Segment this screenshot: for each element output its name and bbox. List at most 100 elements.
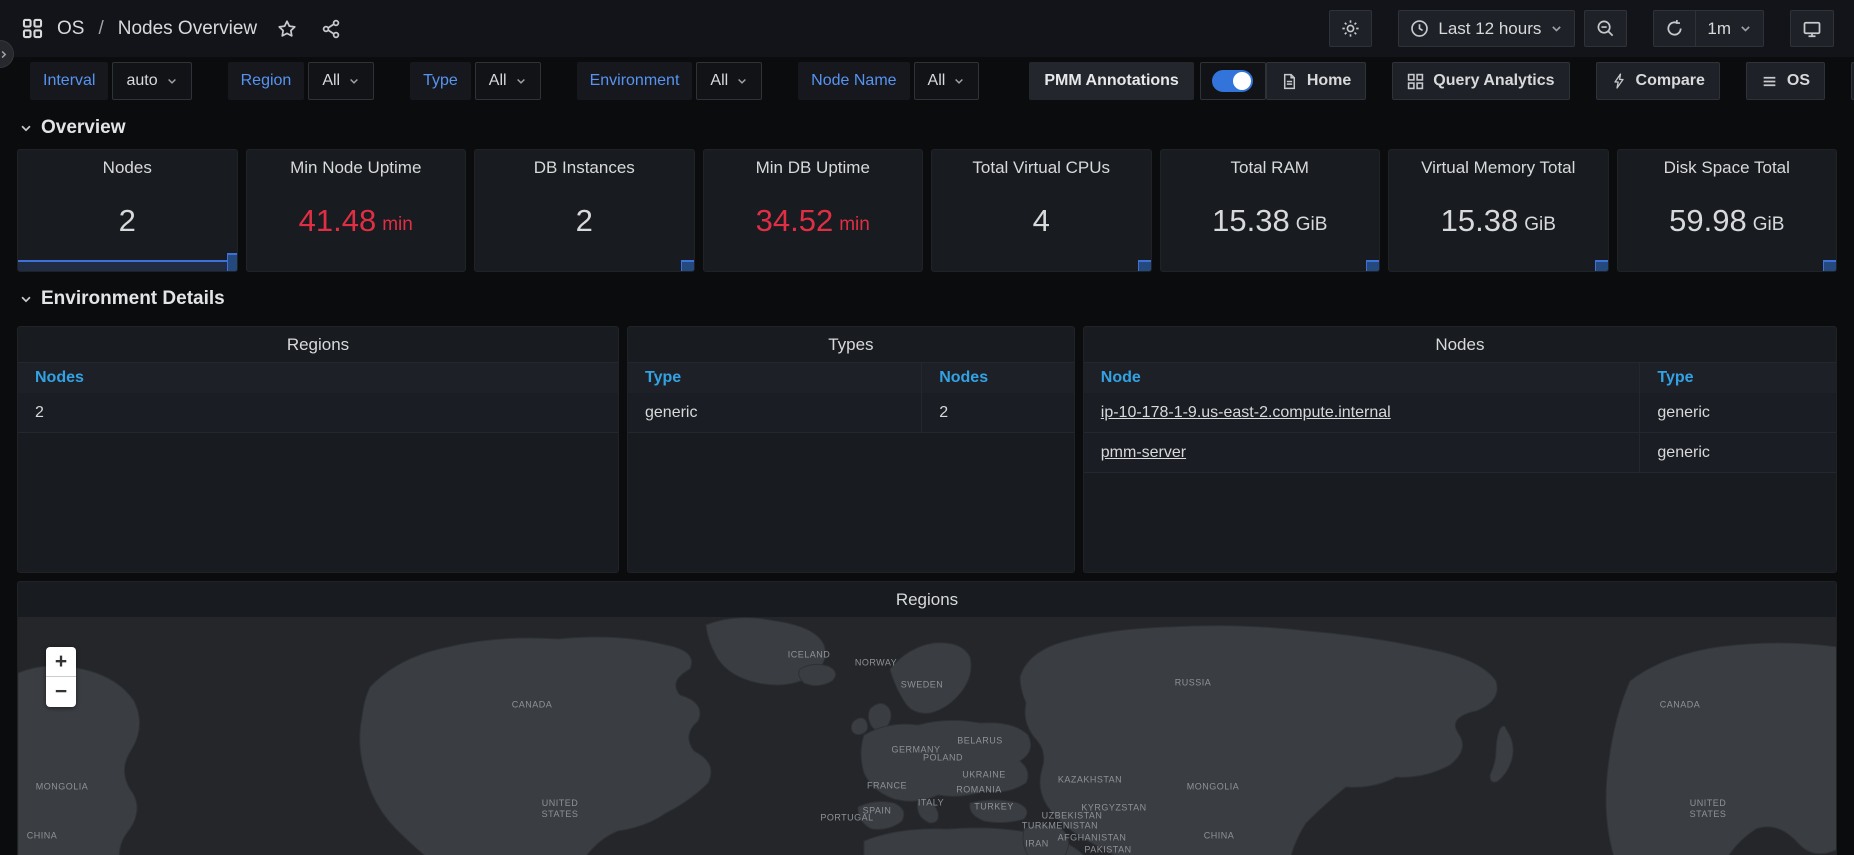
apps-grid-icon (20, 16, 45, 41)
table-row: pmm-server generic (1084, 433, 1836, 473)
map-label: UNITED STATES (1690, 798, 1727, 820)
map-label: POLAND (923, 753, 963, 764)
stat-value-wrap: 2 (18, 185, 237, 271)
filter-type: TypeAll (410, 62, 540, 100)
quick-link-label: Home (1307, 72, 1351, 90)
stat-value: 41.48 (299, 203, 377, 239)
stat-panel-min-db-uptime: Min DB Uptime34.52min (703, 149, 924, 272)
filter-value-dropdown[interactable]: All (696, 62, 762, 100)
map-zoom-out-button[interactable]: − (46, 677, 76, 707)
node-link[interactable]: ip-10-178-1-9.us-east-2.compute.internal (1101, 404, 1391, 422)
filter-value-text: auto (126, 72, 157, 90)
dashboard-settings-button[interactable] (1329, 10, 1372, 47)
section-overview[interactable]: Overview (19, 111, 1837, 145)
filter-value-dropdown[interactable]: All (475, 62, 541, 100)
table-header-row: Nodes (18, 362, 618, 393)
stat-panel-disk-space-total: Disk Space Total59.98GiB (1617, 149, 1838, 272)
stat-panel-title[interactable]: DB Instances (475, 150, 694, 185)
share-icon[interactable] (319, 17, 343, 41)
time-range-picker[interactable]: Last 12 hours (1398, 10, 1575, 47)
stat-value: 15.38 (1441, 203, 1519, 239)
stat-panel-title[interactable]: Nodes (18, 150, 237, 185)
stat-panel-title[interactable]: Min DB Uptime (704, 150, 923, 185)
quick-link-home[interactable]: Home (1266, 62, 1366, 100)
table-panel-title[interactable]: Nodes (1084, 327, 1836, 362)
filter-value-dropdown[interactable]: auto (112, 62, 191, 100)
stat-unit: GiB (1524, 206, 1556, 236)
quick-link-label: Compare (1636, 72, 1705, 90)
stat-value-wrap: 41.48min (247, 185, 466, 271)
column-header-node[interactable]: Node (1084, 363, 1641, 393)
column-header-nodes[interactable]: Nodes (18, 363, 618, 393)
table-cell: 2 (922, 393, 1074, 432)
caret-down-icon (166, 75, 178, 87)
quick-link-os[interactable]: OS (1746, 62, 1825, 100)
map-label: UKRAINE (962, 770, 1006, 781)
stat-panel-title[interactable]: Min Node Uptime (247, 150, 466, 185)
table-panel-title[interactable]: Types (628, 327, 1074, 362)
node-link[interactable]: pmm-server (1101, 444, 1186, 462)
chevron-right-icon (0, 49, 9, 60)
sparkline-end (1823, 260, 1836, 271)
table-cell: generic (1640, 433, 1836, 472)
refresh-controls: 1m (1653, 10, 1764, 47)
stat-panel-db-instances: DB Instances 2 (474, 149, 695, 272)
column-header-nodes[interactable]: Nodes (922, 363, 1074, 393)
chevron-down-icon (19, 121, 33, 135)
refresh-button[interactable] (1654, 11, 1695, 46)
breadcrumb-app[interactable]: OS (57, 18, 84, 40)
stat-value: 2 (576, 203, 593, 239)
pmm-annotations-control: PMM Annotations (1029, 62, 1266, 100)
panel-title[interactable]: Regions (18, 582, 1836, 617)
table-panel-title[interactable]: Regions (18, 327, 618, 362)
stat-panel-title[interactable]: Total Virtual CPUs (932, 150, 1151, 185)
refresh-icon (1665, 19, 1684, 38)
star-icon[interactable] (275, 17, 299, 41)
filter-value-dropdown[interactable]: All (914, 62, 980, 100)
quick-link-query-analytics[interactable]: Query Analytics (1392, 62, 1569, 100)
map-label: NORWAY (855, 658, 897, 669)
stat-value: 2 (119, 203, 136, 239)
column-header-type[interactable]: Type (628, 363, 922, 393)
zoom-out-time-button[interactable] (1584, 10, 1627, 47)
stat-panel-title[interactable]: Total RAM (1161, 150, 1380, 185)
map-zoom-control: + − (46, 647, 76, 707)
stat-value-wrap: 59.98GiB (1618, 185, 1837, 271)
template-variables: IntervalautoRegionAllTypeAllEnvironmentA… (30, 62, 1015, 100)
stat-value-wrap: 15.38GiB (1161, 185, 1380, 271)
filter-interval: Intervalauto (30, 62, 192, 100)
section-environment-details[interactable]: Environment Details (19, 282, 1837, 316)
quick-link-compare[interactable]: Compare (1596, 62, 1720, 100)
table-panel-regions: RegionsNodes2 (17, 326, 619, 573)
map-zoom-in-button[interactable]: + (46, 647, 76, 677)
table-row: ip-10-178-1-9.us-east-2.compute.internal… (1084, 393, 1836, 433)
caret-down-icon (953, 75, 965, 87)
stat-unit: min (839, 206, 870, 236)
column-header-type[interactable]: Type (1640, 363, 1836, 393)
map-label: CANADA (1660, 700, 1701, 711)
monitor-icon (1802, 19, 1822, 39)
stat-unit: GiB (1296, 206, 1328, 236)
breadcrumb-page-title[interactable]: Nodes Overview (118, 18, 257, 40)
stat-value-wrap: 2 (475, 185, 694, 271)
filter-value-dropdown[interactable]: All (308, 62, 374, 100)
stat-panel-title[interactable]: Virtual Memory Total (1389, 150, 1608, 185)
stat-value: 34.52 (756, 203, 834, 239)
map-label: AFGHANISTAN (1058, 833, 1127, 844)
map-label: ROMANIA (956, 785, 1002, 796)
map-label: MONGOLIA (36, 782, 89, 793)
refresh-interval-picker[interactable]: 1m (1696, 11, 1763, 46)
stat-value-wrap: 34.52min (704, 185, 923, 271)
stat-panel-title[interactable]: Disk Space Total (1618, 150, 1837, 185)
world-map[interactable]: ICELANDRUSSIANORWAYSWEDENCANADACANADABEL… (18, 617, 1836, 855)
stat-value-wrap: 4 (932, 185, 1151, 271)
map-label: ITALY (918, 798, 944, 809)
chevron-down-icon (1550, 22, 1563, 35)
chevron-down-icon (19, 292, 33, 306)
kiosk-mode-button[interactable] (1790, 10, 1834, 47)
map-label: CHINA (27, 831, 58, 842)
pmm-annotations-toggle[interactable] (1200, 62, 1266, 100)
table-cell: generic (1640, 393, 1836, 432)
breadcrumb: OS / Nodes Overview (20, 16, 343, 41)
filter-environment: EnvironmentAll (577, 62, 763, 100)
